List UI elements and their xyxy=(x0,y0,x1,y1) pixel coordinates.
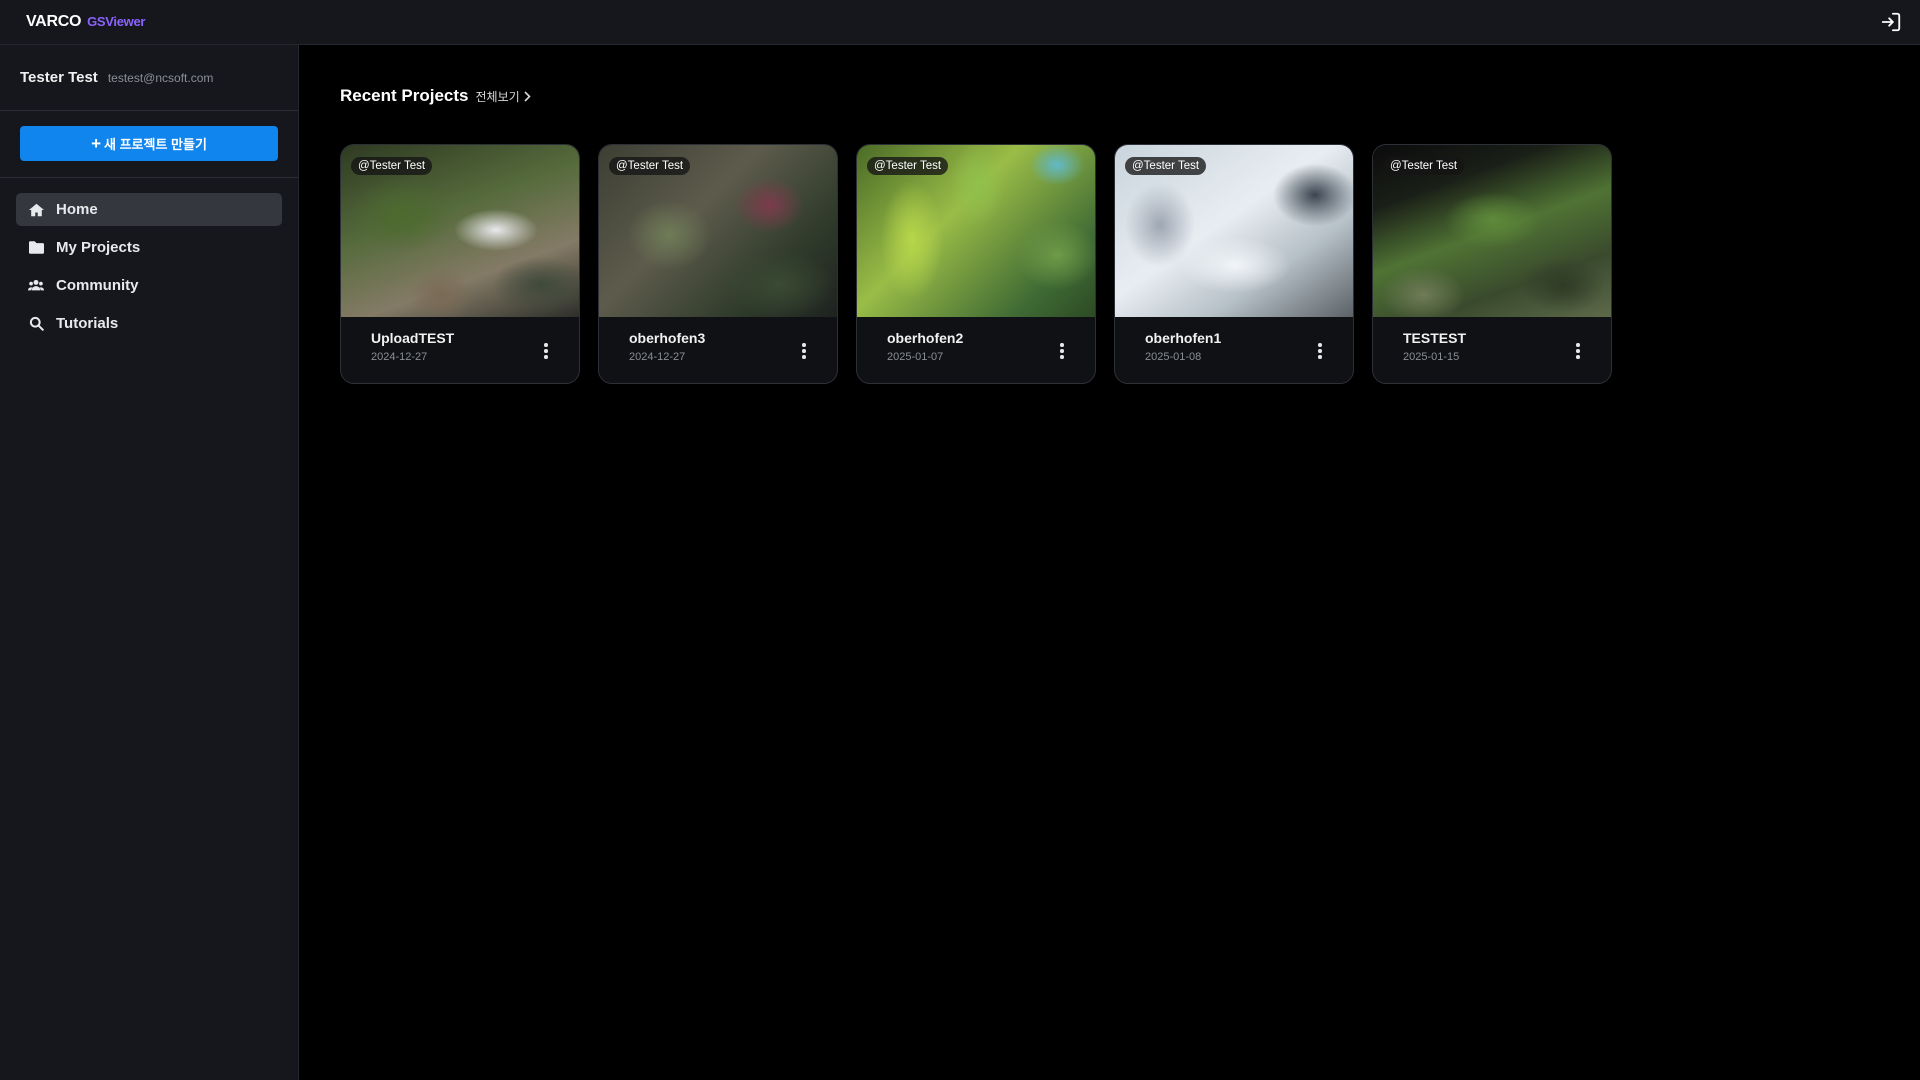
brand-name: VARCO xyxy=(26,13,82,30)
more-vertical-icon xyxy=(1576,343,1580,347)
sidebar-item-label: Tutorials xyxy=(56,315,119,332)
project-date: 2025-01-07 xyxy=(887,351,944,363)
project-card[interactable]: @Tester Test oberhofen1 2025-01-08 xyxy=(1114,144,1354,384)
more-vertical-icon xyxy=(1060,343,1064,347)
owner-tag: @Tester Test xyxy=(1125,157,1207,175)
project-date: 2025-01-08 xyxy=(1145,351,1202,363)
top-bar: VARCO GSViewer xyxy=(0,0,1920,45)
logout-icon xyxy=(1881,12,1901,32)
logout-button[interactable] xyxy=(1880,11,1902,33)
sidebar-item-label: Home xyxy=(56,201,98,218)
project-card[interactable]: @Tester Test oberhofen3 2024-12-27 xyxy=(598,144,838,384)
more-options-button[interactable] xyxy=(799,341,809,361)
folder-icon xyxy=(28,240,44,256)
new-project-label: 새 프로젝트 만들기 xyxy=(104,137,207,152)
user-name: Tester Test xyxy=(20,69,98,86)
more-vertical-icon xyxy=(1318,343,1322,347)
sidebar-nav: Home My Projects Community Tutorials xyxy=(0,178,298,360)
section-title: Recent Projects xyxy=(340,86,469,105)
project-thumbnail: @Tester Test xyxy=(599,145,837,317)
project-cards: @Tester Test UploadTEST 2024-12-27 @Test… xyxy=(340,144,1612,384)
users-icon xyxy=(28,278,44,294)
plus-icon: + xyxy=(91,134,102,153)
project-thumbnail: @Tester Test xyxy=(857,145,1095,317)
sidebar-item-my-projects[interactable]: My Projects xyxy=(16,231,282,264)
search-icon xyxy=(28,316,44,332)
project-date: 2025-01-15 xyxy=(1403,351,1460,363)
project-date: 2024-12-27 xyxy=(629,351,686,363)
main-content: Recent Projects 전체보기 @Tester Test Upload… xyxy=(300,45,1920,1080)
project-title: UploadTEST xyxy=(371,330,455,346)
recent-projects-header: Recent Projects 전체보기 xyxy=(340,86,531,106)
more-options-button[interactable] xyxy=(1573,341,1583,361)
owner-tag: @Tester Test xyxy=(609,157,691,175)
home-icon xyxy=(28,202,44,218)
new-project-button[interactable]: + 새 프로젝트 만들기 xyxy=(20,126,278,161)
project-card[interactable]: @Tester Test UploadTEST 2024-12-27 xyxy=(340,144,580,384)
project-title: TESTEST xyxy=(1403,330,1467,346)
app-logo[interactable]: VARCO GSViewer xyxy=(26,13,145,31)
project-card[interactable]: @Tester Test TESTEST 2025-01-15 xyxy=(1372,144,1612,384)
sidebar-item-community[interactable]: Community xyxy=(16,269,282,302)
project-thumbnail: @Tester Test xyxy=(341,145,579,317)
project-thumbnail: @Tester Test xyxy=(1115,145,1353,317)
user-email: testest@ncsoft.com xyxy=(107,70,214,85)
more-options-button[interactable] xyxy=(541,341,551,361)
project-thumbnail: @Tester Test xyxy=(1373,145,1611,317)
sidebar-item-label: My Projects xyxy=(56,239,141,256)
sidebar-item-tutorials[interactable]: Tutorials xyxy=(16,307,282,340)
owner-tag: @Tester Test xyxy=(867,157,949,175)
project-date: 2024-12-27 xyxy=(371,351,428,363)
more-vertical-icon xyxy=(544,343,548,347)
owner-tag: @Tester Test xyxy=(351,157,433,175)
project-title: oberhofen3 xyxy=(629,330,706,346)
more-vertical-icon xyxy=(802,343,806,347)
sidebar: Tester Test testest@ncsoft.com + 새 프로젝트 … xyxy=(0,45,299,1080)
see-all-label: 전체보기 xyxy=(475,90,520,104)
owner-tag: @Tester Test xyxy=(1383,157,1465,175)
product-name: GSViewer xyxy=(87,14,146,29)
chevron-right-icon xyxy=(524,91,531,102)
user-info: Tester Test testest@ncsoft.com xyxy=(0,45,298,111)
project-card[interactable]: @Tester Test oberhofen2 2025-01-07 xyxy=(856,144,1096,384)
more-options-button[interactable] xyxy=(1315,341,1325,361)
project-title: oberhofen1 xyxy=(1145,330,1222,346)
sidebar-item-home[interactable]: Home xyxy=(16,193,282,226)
more-options-button[interactable] xyxy=(1057,341,1067,361)
project-title: oberhofen2 xyxy=(887,330,964,346)
see-all-link[interactable]: 전체보기 xyxy=(476,88,531,105)
sidebar-item-label: Community xyxy=(56,277,139,294)
